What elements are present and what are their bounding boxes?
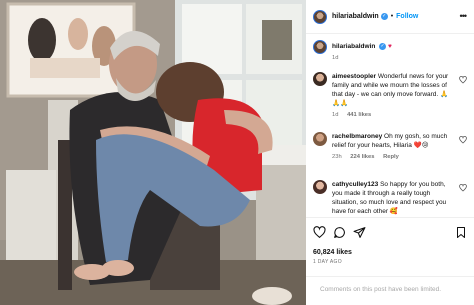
- comment-likes[interactable]: 224 likes: [350, 154, 374, 160]
- heart-icon[interactable]: [459, 184, 467, 192]
- comment-icon[interactable]: [333, 226, 346, 239]
- avatar-rachel[interactable]: [313, 132, 327, 146]
- author-username[interactable]: hilariabaldwin: [332, 13, 379, 20]
- caption-username[interactable]: hilariabaldwin: [332, 43, 375, 50]
- comment-username[interactable]: aimeestoopler: [332, 73, 376, 80]
- comment-age: 1d: [332, 112, 339, 118]
- action-bar: [313, 226, 468, 242]
- instagram-post: hilariabaldwin ✓ • Follow ••• hilariabal…: [0, 0, 474, 305]
- caption: hilariabaldwin ✓ ♥ 1d: [313, 40, 467, 61]
- post-photo[interactable]: [0, 0, 306, 305]
- comment-age: 23h: [332, 154, 342, 160]
- comment-username[interactable]: rachelbmaroney: [332, 133, 382, 140]
- caption-heart-emoji: ♥: [387, 43, 392, 50]
- author-avatar[interactable]: [313, 9, 327, 24]
- header-separator: •: [390, 13, 394, 20]
- caption-age: 1d: [332, 55, 339, 61]
- comments-limited-notice: Comments on this post have been limited.: [306, 276, 474, 305]
- comment: aimeestoopler Wonderful news for your fa…: [313, 72, 467, 118]
- share-icon[interactable]: [353, 226, 366, 239]
- heart-icon[interactable]: [313, 226, 326, 239]
- heart-icon[interactable]: [459, 76, 467, 84]
- actions-divider: [306, 217, 474, 218]
- comment: cathyculley123 So happy for you both, yo…: [313, 180, 467, 216]
- comment-likes[interactable]: 441 likes: [347, 112, 371, 118]
- comment-username[interactable]: cathyculley123: [332, 181, 378, 188]
- heart-icon[interactable]: [459, 136, 467, 144]
- avatar-aimee[interactable]: [313, 72, 327, 86]
- caption-author-avatar[interactable]: [313, 40, 327, 54]
- post-like-count[interactable]: 60,824 likes: [313, 249, 352, 256]
- post-date[interactable]: 1 DAY AGO: [313, 259, 342, 265]
- comment: rachelbmaroney Oh my gosh, so much relie…: [313, 132, 467, 160]
- reply-button[interactable]: Reply: [383, 154, 399, 160]
- verified-badge-icon: ✓: [380, 13, 388, 20]
- post-photo-illustration: [0, 0, 306, 305]
- follow-button[interactable]: Follow: [396, 13, 418, 20]
- more-icon[interactable]: •••: [460, 12, 468, 21]
- post-side-panel: hilariabaldwin ✓ • Follow ••• hilariabal…: [306, 0, 474, 305]
- avatar-cathy[interactable]: [313, 180, 327, 194]
- post-header: hilariabaldwin ✓ • Follow •••: [306, 0, 474, 34]
- bookmark-icon[interactable]: [455, 226, 467, 239]
- verified-badge-icon: ✓: [379, 42, 387, 50]
